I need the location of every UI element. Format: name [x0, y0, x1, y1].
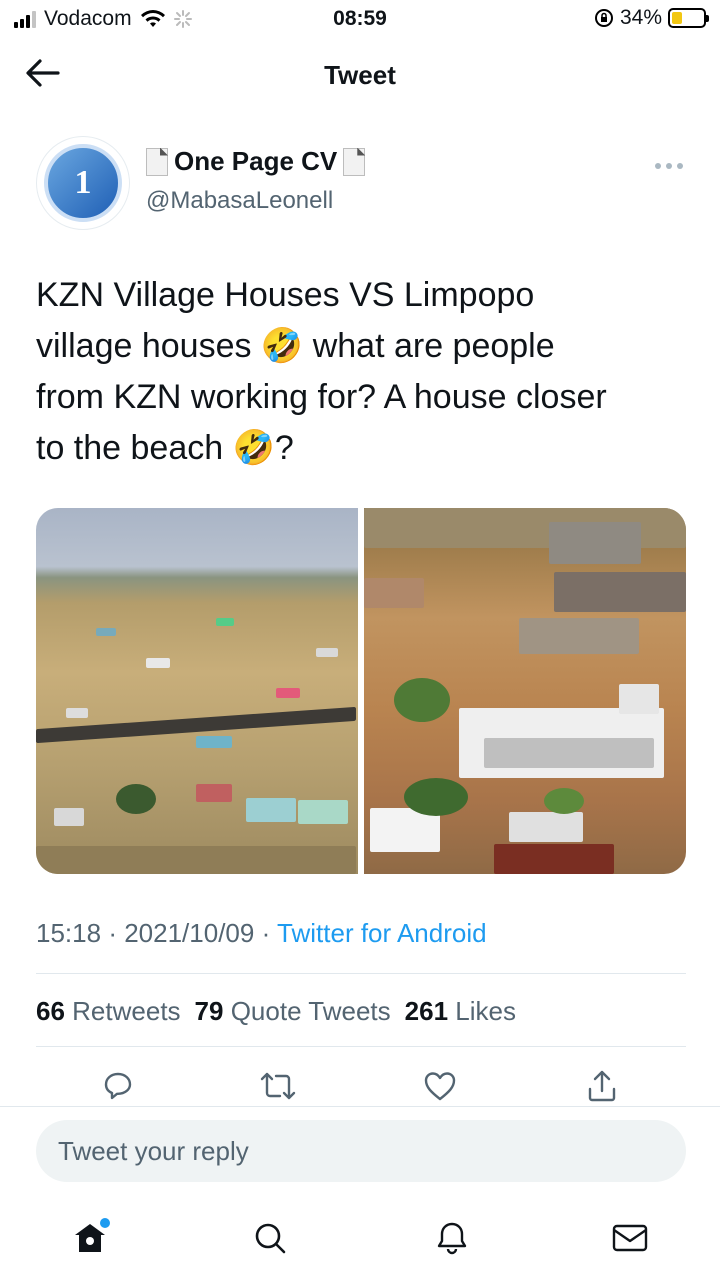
battery-icon [668, 8, 709, 28]
battery-percent: 34% [619, 6, 662, 29]
tweet-time: 15:18 [36, 918, 102, 948]
bottom-tab-bar [0, 1208, 720, 1268]
tab-notifications[interactable] [430, 1216, 474, 1260]
divider [36, 1046, 686, 1047]
tweet-text-line: KZN Village Houses VS Limpopo [36, 276, 535, 314]
more-button[interactable] [654, 150, 684, 176]
user-handle: @MabasaLeonell [146, 187, 334, 214]
tweet-stats: 66 Retweets 79 Quote Tweets 261 Likes [36, 996, 516, 1027]
reply-button[interactable] [96, 1064, 140, 1108]
tweet-meta: 15:18 · 2021/10/09 · Twitter for Android [36, 918, 487, 949]
document-icon [343, 147, 366, 176]
battery-fill [672, 12, 683, 24]
reply-placeholder: Tweet your reply [58, 1135, 249, 1166]
tab-search[interactable] [248, 1216, 292, 1260]
tweet-text-line: village houses 🤣 what are people [36, 327, 555, 365]
tweet-date: 2021/10/09 [124, 918, 255, 948]
retweets-stat[interactable]: 66 Retweets [36, 996, 181, 1027]
separator: · [261, 918, 271, 948]
divider [0, 1106, 720, 1107]
divider [36, 973, 686, 974]
photo-limpopo-village[interactable] [364, 508, 686, 874]
tweet-text-line: from KZN working for? A house closer [36, 378, 607, 416]
retweets-label: Retweets [72, 996, 181, 1026]
quotes-stat[interactable]: 79 Quote Tweets [195, 996, 391, 1027]
reply-input[interactable]: Tweet your reply [36, 1120, 686, 1182]
quotes-count: 79 [194, 996, 224, 1026]
photo-kzn-village[interactable] [36, 508, 358, 874]
separator: · [108, 918, 117, 948]
mail-icon [612, 1224, 648, 1252]
avatar[interactable]: 1 [36, 136, 130, 230]
avatar-logo: 1 [44, 144, 122, 222]
like-button[interactable] [418, 1064, 462, 1108]
tweet-media [36, 508, 686, 874]
orientation-lock-icon [594, 9, 613, 27]
notification-dot [100, 1218, 110, 1228]
share-button[interactable] [580, 1064, 624, 1108]
tab-messages[interactable] [608, 1216, 652, 1260]
retweet-button[interactable] [256, 1064, 300, 1108]
retweets-count: 66 [36, 996, 65, 1026]
search-icon [255, 1223, 286, 1254]
tweet-text: KZN Village Houses VS Limpopo village ho… [36, 270, 686, 474]
display-name-row: One Page CV [146, 146, 366, 177]
status-bar: Vodacom 08:59 34% [0, 0, 720, 36]
tweet-text-line: to the beach 🤣? [36, 429, 294, 467]
tab-home[interactable] [68, 1216, 112, 1260]
nav-header: Tweet [0, 44, 720, 104]
tweet-actions [0, 1064, 720, 1108]
quotes-label: Quote Tweets [230, 996, 391, 1026]
tweet-author[interactable]: One Page CV @MabasaLeonell [146, 146, 366, 215]
bell-icon [437, 1222, 467, 1255]
display-name: One Page CV [174, 146, 338, 176]
likes-count: 261 [404, 996, 449, 1026]
share-icon [588, 1070, 616, 1102]
document-icon [146, 147, 168, 176]
retweet-icon [260, 1072, 296, 1100]
likes-label: Likes [455, 996, 516, 1026]
page-title: Tweet [324, 60, 396, 90]
more-icon [655, 163, 683, 169]
tweet-source-link[interactable]: Twitter for Android [277, 918, 487, 948]
likes-stat[interactable]: 261 Likes [405, 996, 516, 1027]
reply-icon [104, 1072, 132, 1100]
status-right: 34% [594, 6, 709, 30]
heart-icon [424, 1072, 456, 1101]
